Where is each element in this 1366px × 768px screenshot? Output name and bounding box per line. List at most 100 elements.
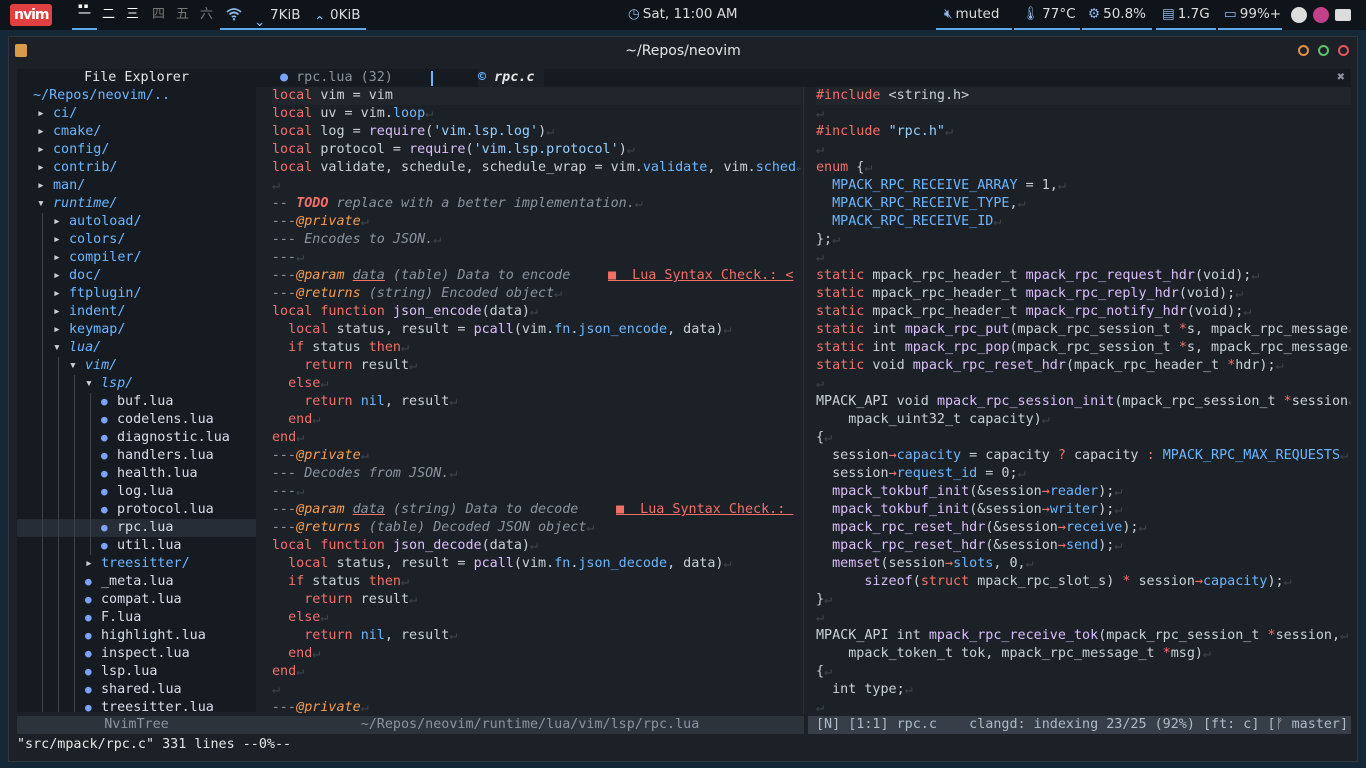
- code-line[interactable]: session→capacity = capacity ? capacity :…: [816, 447, 1351, 465]
- code-line[interactable]: static int mpack_rpc_put(mpack_rpc_sessi…: [816, 321, 1351, 339]
- code-line[interactable]: ---↵: [272, 249, 801, 267]
- code-line[interactable]: static void mpack_rpc_reset_hdr(mpack_rp…: [816, 357, 1351, 375]
- code-line[interactable]: local uv = vim.loop↵: [272, 105, 801, 123]
- code-line[interactable]: };↵: [816, 231, 1351, 249]
- code-line[interactable]: local vim = vim: [272, 87, 801, 105]
- code-line[interactable]: sizeof(struct mpack_rpc_slot_s) * sessio…: [816, 573, 1351, 591]
- close-tab-icon[interactable]: ✖: [1337, 69, 1345, 87]
- code-line[interactable]: local status, result = pcall(vim.fn.json…: [272, 321, 801, 339]
- code-line[interactable]: static int mpack_rpc_pop(mpack_rpc_sessi…: [816, 339, 1351, 357]
- tree-folder[interactable]: ▸ colors/: [17, 231, 256, 249]
- tree-file[interactable]: ● _meta.lua: [17, 573, 256, 591]
- tree-folder[interactable]: ▸ treesitter/: [17, 555, 256, 573]
- volume-widget[interactable]: 🔇︎ muted: [944, 6, 999, 22]
- tree-folder[interactable]: ▸ contrib/: [17, 159, 256, 177]
- code-line[interactable]: session→request_id = 0;↵: [816, 465, 1351, 483]
- code-line[interactable]: MPACK_RPC_RECEIVE_ID↵: [816, 213, 1351, 231]
- code-line[interactable]: local log = require('vim.lsp.log')↵: [272, 123, 801, 141]
- code-line[interactable]: ---@returns (string) Encoded object↵: [272, 285, 801, 303]
- code-line[interactable]: ↵: [816, 375, 1351, 393]
- tree-file[interactable]: ● health.lua: [17, 465, 256, 483]
- code-line[interactable]: enum {↵: [816, 159, 1351, 177]
- code-line[interactable]: end↵: [272, 663, 801, 681]
- code-line[interactable]: --- Encodes to JSON.↵: [272, 231, 801, 249]
- code-line[interactable]: ↵: [816, 609, 1351, 627]
- code-line[interactable]: ---@returns (table) Decoded JSON object↵: [272, 519, 801, 537]
- launcher-logo[interactable]: nvim: [10, 4, 53, 26]
- code-line[interactable]: mpack_token_t tok, mpack_rpc_message_t *…: [816, 645, 1351, 663]
- tree-file[interactable]: ● lsp.lua: [17, 663, 256, 681]
- code-line[interactable]: if status then↵: [272, 573, 801, 591]
- tree-folder[interactable]: ▸ man/: [17, 177, 256, 195]
- tree-file[interactable]: ● treesitter.lua: [17, 699, 256, 712]
- code-line[interactable]: if status then↵: [272, 339, 801, 357]
- workspace-6[interactable]: 六: [194, 0, 219, 30]
- command-line[interactable]: "src/mpack/rpc.c" 331 lines --0%--: [17, 736, 291, 754]
- code-line[interactable]: local status, result = pcall(vim.fn.json…: [272, 555, 801, 573]
- tree-folder[interactable]: ▸ compiler/: [17, 249, 256, 267]
- tree-folder[interactable]: ▾ vim/: [17, 357, 256, 375]
- workspace-1[interactable]: 一: [72, 0, 97, 30]
- code-line[interactable]: return result↵: [272, 591, 801, 609]
- tree-file[interactable]: ● protocol.lua: [17, 501, 256, 519]
- code-line[interactable]: ---@private↵: [272, 213, 801, 231]
- code-line[interactable]: {↵: [816, 663, 1351, 681]
- window-titlebar[interactable]: ~/Repos/neovim: [9, 37, 1357, 65]
- code-line[interactable]: MPACK_RPC_RECEIVE_ARRAY = 1,↵: [816, 177, 1351, 195]
- code-line[interactable]: MPACK_RPC_RECEIVE_TYPE,↵: [816, 195, 1351, 213]
- code-line[interactable]: ---@private↵: [272, 447, 801, 465]
- code-line[interactable]: return result↵: [272, 357, 801, 375]
- network-widget[interactable]: ⌄ 7KiB ⌃ 0KiB: [220, 0, 366, 30]
- tree-folder[interactable]: ▸ config/: [17, 141, 256, 159]
- tree-folder[interactable]: ▾ runtime/: [17, 195, 256, 213]
- editor-pane-c[interactable]: #include <string.h> ↵ #include "rpc.h"↵ ↵ en…: [816, 87, 1351, 713]
- code-line[interactable]: end↵: [272, 429, 801, 447]
- maximize-button[interactable]: [1318, 45, 1329, 56]
- code-line[interactable]: ↵: [816, 105, 1351, 123]
- code-line[interactable]: mpack_tokbuf_init(&session→reader);↵: [816, 483, 1351, 501]
- code-line[interactable]: else↵: [272, 375, 801, 393]
- tree-folder[interactable]: ▸ keymap/: [17, 321, 256, 339]
- tray-browser-icon[interactable]: [1313, 7, 1329, 23]
- code-line[interactable]: ⊗---@param data (table) Data to encode■ …: [272, 267, 801, 285]
- tree-folder[interactable]: ▸ autoload/: [17, 213, 256, 231]
- code-line[interactable]: local validate, schedule, schedule_wrap …: [272, 159, 801, 177]
- code-line[interactable]: static mpack_rpc_header_t mpack_rpc_requ…: [816, 267, 1351, 285]
- code-line[interactable]: ↵: [272, 177, 801, 195]
- tree-folder[interactable]: ▾ lsp/: [17, 375, 256, 393]
- code-line[interactable]: #include "rpc.h"↵: [816, 123, 1351, 141]
- tree-file[interactable]: ● codelens.lua: [17, 411, 256, 429]
- tree-file[interactable]: ● rpc.lua: [17, 519, 256, 537]
- code-line[interactable]: ↵: [816, 699, 1351, 713]
- tree-folder[interactable]: ▸ doc/: [17, 267, 256, 285]
- tree-folder[interactable]: ▸ cmake/: [17, 123, 256, 141]
- tree-file[interactable]: ● buf.lua: [17, 393, 256, 411]
- keyboard-icon[interactable]: [1335, 9, 1351, 21]
- code-line[interactable]: return nil, result↵: [272, 627, 801, 645]
- code-line[interactable]: ↵: [816, 249, 1351, 267]
- code-line[interactable]: #include <string.h>: [816, 87, 1351, 105]
- code-line[interactable]: ---↵: [272, 483, 801, 501]
- code-line[interactable]: end↵: [272, 411, 801, 429]
- code-line[interactable]: }↵: [816, 591, 1351, 609]
- tree-file[interactable]: ● util.lua: [17, 537, 256, 555]
- code-line[interactable]: mpack_tokbuf_init(&session→writer);↵: [816, 501, 1351, 519]
- tree-file[interactable]: ● highlight.lua: [17, 627, 256, 645]
- code-line[interactable]: mpack_uint32_t capacity)↵: [816, 411, 1351, 429]
- code-line[interactable]: MPACK_API void mpack_rpc_session_init(mp…: [816, 393, 1351, 411]
- tree-file[interactable]: ● handlers.lua: [17, 447, 256, 465]
- tree-folder[interactable]: ▸ ftplugin/: [17, 285, 256, 303]
- workspace-2[interactable]: 二: [96, 0, 121, 30]
- tree-root[interactable]: ~/Repos/neovim/..: [17, 87, 256, 105]
- tree-file[interactable]: ● shared.lua: [17, 681, 256, 699]
- code-line[interactable]: -- TODO replace with a better implementa…: [272, 195, 801, 213]
- tray-app-icon[interactable]: [1291, 7, 1307, 23]
- editor-pane-lua[interactable]: local vim = vim local uv = vim.loop↵ local…: [272, 87, 801, 713]
- workspace-5[interactable]: 五: [170, 0, 195, 30]
- code-line[interactable]: int type;↵: [816, 681, 1351, 699]
- code-line[interactable]: ↵: [272, 681, 801, 699]
- clock-widget[interactable]: ◷ Sat, 11:00 AM: [628, 6, 738, 22]
- tab-rpc-c[interactable]: © rpc.c: [478, 69, 545, 87]
- workspace-3[interactable]: 三: [120, 0, 145, 30]
- tree-folder[interactable]: ▾ lua/: [17, 339, 256, 357]
